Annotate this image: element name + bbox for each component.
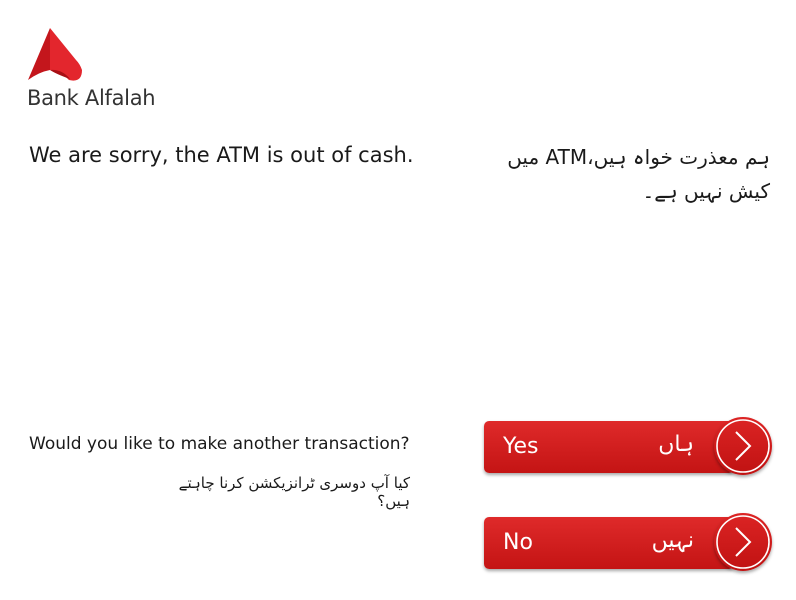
another-transaction-question-ur: کیا آپ دوسری ٹرانزیکشن کرنا چاہتے ہیں؟	[178, 474, 410, 510]
atm-screen: Bank Alfalah We are sorry, the ATM is ou…	[0, 0, 796, 600]
yes-button-label-en: Yes	[503, 434, 539, 459]
chevron-right-icon[interactable]	[714, 417, 772, 475]
another-transaction-question-en: Would you like to make another transacti…	[29, 434, 410, 454]
chevron-right-icon[interactable]	[714, 513, 772, 571]
out-of-cash-message-en: We are sorry, the ATM is out of cash.	[29, 143, 414, 167]
no-button[interactable]: No نہیں	[484, 513, 772, 571]
no-button-label-en: No	[503, 530, 533, 555]
bank-name: Bank Alfalah	[27, 86, 156, 110]
yes-button-label-ur: ہاں	[658, 432, 694, 457]
yes-button[interactable]: Yes ہاں	[484, 417, 772, 475]
bank-alfalah-logo-icon	[26, 27, 86, 83]
out-of-cash-message-ur: ہم معذرت خواہ ہیں،ATM میں کیش نہیں ہے۔	[507, 145, 770, 203]
no-button-label-ur: نہیں	[651, 528, 694, 553]
